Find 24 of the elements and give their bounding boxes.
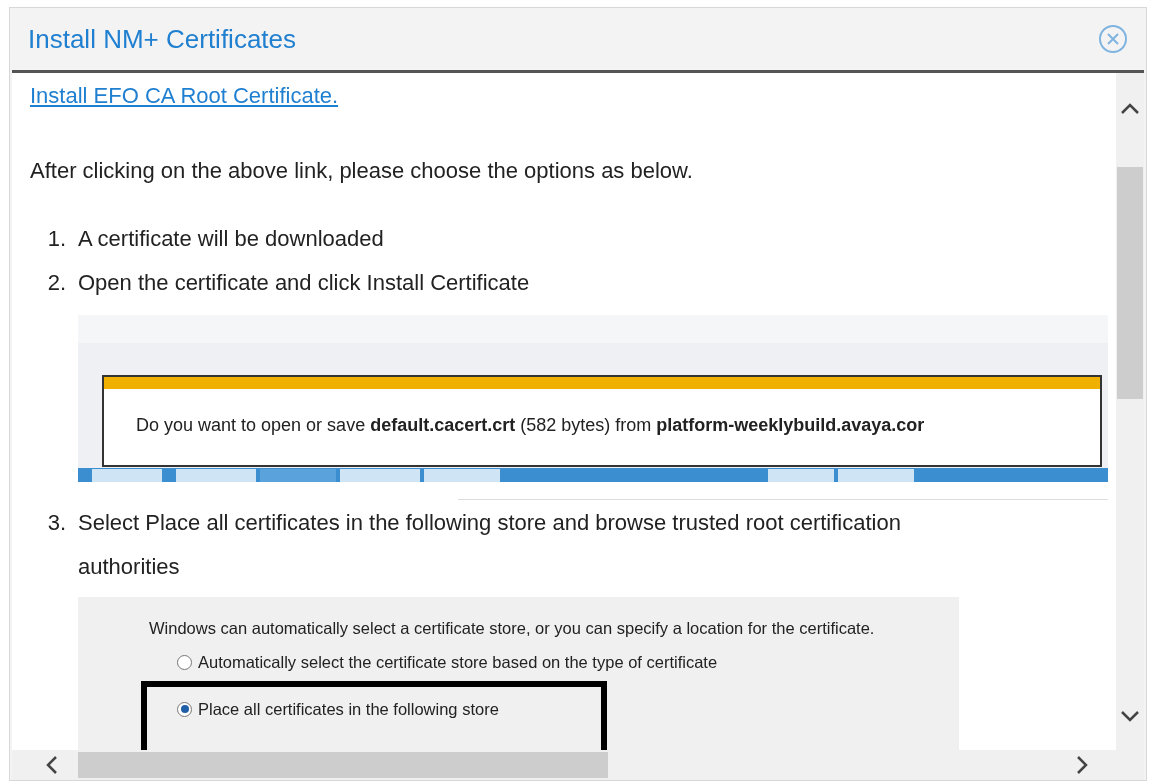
store-description: Windows can automatically select a certificate store, or you can specify a location for the certificate. xyxy=(149,618,876,639)
step-text: Select Place all certificates in the following store and browse trusted root certification authorities xyxy=(78,509,902,581)
step-number: 3. xyxy=(46,509,67,537)
instruction-text: After clicking on the above link, please choose the options as below. xyxy=(30,157,693,185)
scrollbar-thumb[interactable] xyxy=(78,752,608,778)
step-text: A certificate will be downloaded xyxy=(78,225,385,253)
radio-label: Automatically select the certificate store based on the type of certificate xyxy=(198,652,718,673)
radio-button[interactable] xyxy=(177,654,192,670)
scroll-up-icon[interactable] xyxy=(1120,103,1140,115)
scroll-down-icon[interactable] xyxy=(1120,710,1140,722)
dialog-title: Install NM+ Certificates xyxy=(28,22,297,56)
certificate-link[interactable]: Install EFO CA Root Certificate. xyxy=(30,79,339,112)
close-icon[interactable] xyxy=(1098,24,1128,54)
step-number: 1. xyxy=(46,225,67,253)
vertical-scrollbar[interactable] xyxy=(1116,73,1144,750)
step-number: 2. xyxy=(46,269,67,297)
scrollbar-thumb[interactable] xyxy=(1117,167,1143,399)
step-text: Open the certificate and click Install Certificate xyxy=(78,269,531,297)
radio-label: Place all certificates in the following store xyxy=(198,698,499,720)
scroll-right-icon[interactable] xyxy=(1076,755,1088,775)
horizontal-scrollbar[interactable] xyxy=(12,750,1144,780)
download-prompt: Do you want to open or save default.cacert.crt (582 bytes) from platform-weeklybuild.avaya.cor xyxy=(135,414,925,437)
scroll-left-icon[interactable] xyxy=(46,755,58,775)
radio-button[interactable] xyxy=(177,701,192,717)
